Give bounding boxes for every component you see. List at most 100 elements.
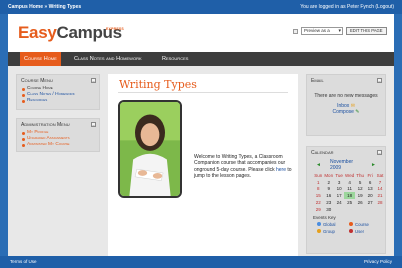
site-logo[interactable]: EasyCampus EXPRESS [18,23,124,43]
next-month-icon[interactable]: ► [371,162,376,168]
calendar-day[interactable]: 29 [313,206,323,213]
calendar-day [375,206,385,213]
calendar-day[interactable]: 2 [323,179,334,186]
calendar-day[interactable]: 22 [313,199,323,206]
calendar-day[interactable]: 16 [323,192,334,199]
tab-resources[interactable]: Resources [158,52,192,66]
calendar-day[interactable]: 30 [323,206,334,213]
login-status[interactable]: You are logged in as Peter Fynch (Logout… [300,0,394,14]
logo-campus: Campus [56,23,123,42]
top-bar: Campus Home » Writing Types You are logg… [0,0,402,14]
event-color-icon [317,222,321,227]
collapse-icon[interactable]: – [377,150,382,155]
breadcrumb[interactable]: Campus Home » Writing Types [8,0,81,14]
main-nav: Course Home Class Notes and Homework Res… [8,52,394,66]
calendar-day[interactable]: 1 [313,179,323,186]
header: EasyCampus EXPRESS Preview as a EDIT THI… [8,14,394,52]
title-divider [118,92,288,93]
footer: Terms of Use Privacy Policy [0,256,402,268]
email-status: There are no new messages [314,93,378,99]
calendar-day[interactable]: 11 [344,186,355,193]
tab-class-notes[interactable]: Class Notes and Homework [70,52,146,66]
prev-month-icon[interactable]: ◄ [316,162,321,168]
weekday-label: Tue [335,172,343,178]
event-key-label: Global [323,221,336,227]
preview-as-select[interactable]: Preview as a [301,27,343,35]
collapse-icon[interactable]: – [377,78,382,83]
calendar-day[interactable]: 12 [355,186,365,193]
calendar-day[interactable]: 15 [313,192,323,199]
email-block: Email – There are no new messages Inbox ✉… [306,74,386,136]
main-content: Writing Types Welcome to Writing Types, … [108,74,298,256]
logo-easy: Easy [18,23,57,42]
weekday-label: Mon [324,172,334,178]
calendar-day[interactable]: 7 [375,179,385,186]
calendar-day[interactable]: 21 [375,192,385,199]
event-color-icon [349,222,353,227]
edit-page-button[interactable]: EDIT THIS PAGE [346,27,387,35]
terms-link[interactable]: Terms of Use [10,256,37,268]
calendar-day[interactable]: 17 [334,192,344,199]
tab-course-home[interactable]: Course Home [20,52,61,66]
page-container: EasyCampus EXPRESS Preview as a EDIT THI… [8,14,394,256]
calendar-day[interactable]: 19 [355,192,365,199]
calendar-day[interactable]: 13 [365,186,375,193]
calendar-day[interactable]: 26 [355,199,365,206]
menu-item-administer-course[interactable]: Administer My Course [22,142,95,148]
calendar-week-row: 1234567 [313,179,385,186]
collapse-icon[interactable]: – [91,122,96,127]
calendar-day[interactable]: 28 [375,199,385,206]
calendar-day[interactable]: 9 [323,186,334,193]
calendar-week-row: 22 23 24 25 26 27 28 [313,199,385,206]
calendar-day[interactable]: 3 [334,179,344,186]
calendar-week-row: 15 16 17 18 19 20 21 [313,192,385,200]
calendar-day[interactable]: 25 [344,199,355,206]
calendar-day[interactable]: 10 [334,186,344,193]
collapse-icon[interactable]: – [91,78,96,83]
calendar-day[interactable]: 8 [313,186,323,193]
preview-controls: Preview as a EDIT THIS PAGE [293,27,387,35]
calendar-day[interactable]: 24 [334,199,344,206]
page-title: Writing Types [119,78,197,91]
weekday-label: Thu [356,172,365,178]
events-key-label: Events Key [313,214,336,220]
calendar-day[interactable]: 27 [365,199,375,206]
calendar-month-nav: ◄ November 2009 ► [307,158,385,172]
compose-link[interactable]: Compose ✎ [307,109,385,115]
calendar-day[interactable]: 20 [365,192,375,199]
event-key-label: Course [355,221,369,227]
privacy-link[interactable]: Privacy Policy [364,256,392,268]
event-color-icon [349,229,353,234]
calendar-day[interactable]: 14 [375,186,385,193]
weekday-label: Wed [345,172,355,178]
calendar-day [365,206,375,213]
calendar-grid: Sun Mon Tue Wed Thu Fri Sat 1 2 3 4 5 6 7 8 9 10 11 12 13 14… [313,172,385,213]
lesson-link[interactable]: here [276,167,286,173]
student-photo [118,100,182,198]
menu-item-resources[interactable]: Resources [22,98,95,104]
weekday-label: Sun [314,172,323,178]
logo-express: EXPRESS [106,27,124,31]
event-key-user: User [349,228,381,235]
course-menu-title: Course Menu – [21,78,96,84]
calendar-day[interactable]: 5 [355,179,365,186]
calendar-week-row: 29 30 [313,206,385,213]
admin-menu-block: Administration Menu – My Profile Ungraded… [16,118,100,152]
event-key-label: Group [323,228,335,234]
calendar-day[interactable]: 6 [365,179,375,186]
calendar-day[interactable]: 18 [344,192,355,200]
weekday-label: Fri [367,172,373,178]
event-key-course: Course [349,221,381,228]
weekday-header-row: Sun Mon Tue Wed Thu Fri Sat [313,172,385,179]
calendar-block: Calendar – ◄ November 2009 ► Sun Mon Tue Wed… [306,146,386,254]
calendar-month[interactable]: November 2009 [330,159,362,171]
event-key-global: Global [317,221,349,228]
calendar-week-row: 8 9 10 11 12 13 14 [313,186,385,193]
event-key-label: User [355,228,365,234]
course-menu-block: Course Menu – Course Home Class Notes / H… [16,74,100,110]
calendar-day[interactable]: 4 [344,179,355,186]
calendar-day[interactable]: 23 [323,199,334,206]
email-title: Email – [311,78,382,84]
calendar-day [355,206,365,213]
preview-icon [293,28,298,34]
